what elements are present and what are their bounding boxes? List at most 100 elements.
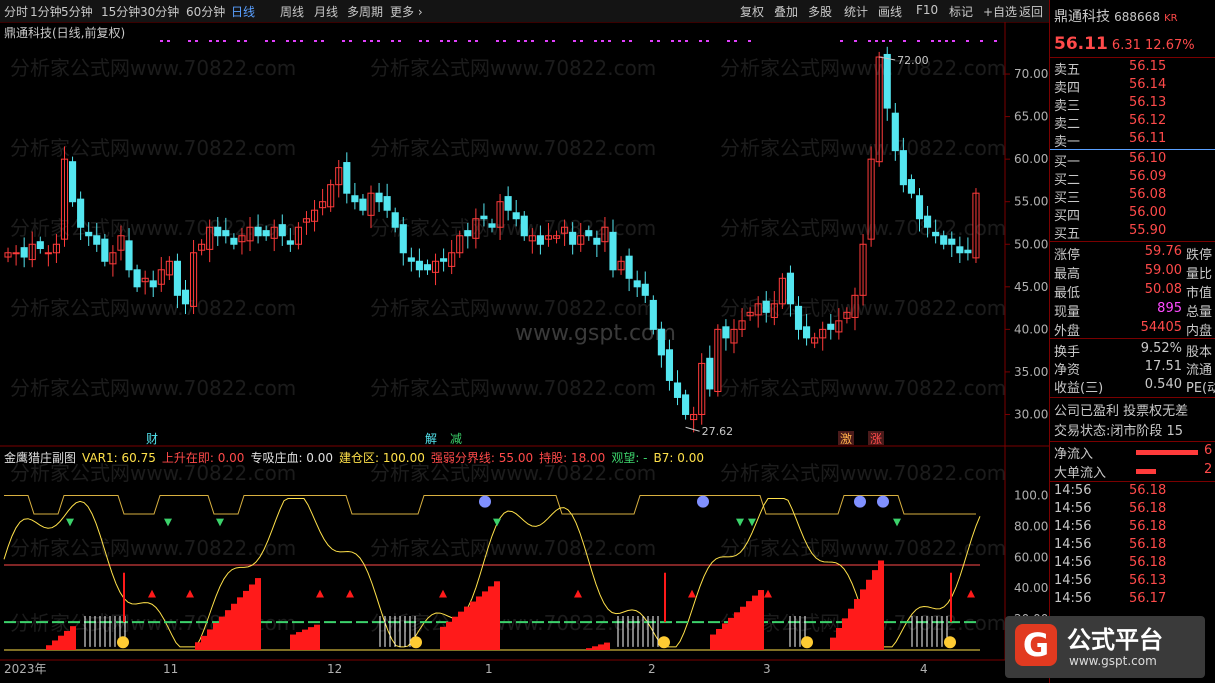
candle-body [964,249,972,254]
hold-block [302,629,308,650]
price-axis-label: 60.00 [1014,152,1048,166]
signal-dot [496,40,499,42]
period-tab-5[interactable]: 60分钟 [186,3,225,20]
logo-url: www.gspt.com [1069,654,1157,668]
hold-block [237,597,243,650]
hold-block [758,590,764,650]
hold-block [872,570,878,650]
stat-row: 外盘 54405 内盘 [1054,320,1212,339]
hold-block [854,599,860,650]
hold-block [219,616,225,650]
candle-body [351,195,359,203]
period-tab-4[interactable]: 30分钟 [140,3,179,20]
watermark-text: 分析家公式网www.70822.com [720,536,1006,560]
candle-body [359,198,367,211]
bid-label: 买一 [1054,155,1081,170]
period-tab-0[interactable]: 分时 [4,3,28,20]
period-tab-2[interactable]: 5分钟 [61,3,93,20]
toolbar-action-2[interactable]: 多股 [808,3,832,20]
price-axis-label: 35.00 [1014,365,1048,379]
candle-body [375,192,383,203]
hold-block [836,627,842,650]
toolbar-action-7[interactable]: +自选 [983,3,1017,20]
hold-block [494,581,500,650]
toolbar-action-0[interactable]: 复权 [740,3,764,20]
toolbar-action-3[interactable]: 统计 [844,3,868,20]
candle-body [173,260,181,296]
signal-dot [903,40,906,42]
hold-block [740,606,746,650]
stat-value: 895 [1157,301,1182,316]
candle-body [504,196,512,211]
period-tab-3[interactable]: 15分钟 [101,3,140,20]
hold-block [201,635,207,650]
candle-body [915,195,924,220]
signal-dot [685,40,688,42]
stat-label: 换手 [1054,345,1081,360]
watermark-text: 分析家公式网www.70822.com [10,136,296,160]
toolbar-action-6[interactable]: 标记 [949,3,973,20]
price-axis-label: 70.00 [1014,67,1048,81]
signal-dot [195,40,198,42]
candle-body [101,238,109,262]
gspt-logo: G 公式平台 www.gspt.com [1005,616,1205,678]
period-tab-7[interactable]: 周线 [280,3,304,20]
watermark-text: 分析家公式网www.70822.com [370,136,656,160]
candle-body [794,305,803,330]
kline-chart[interactable]: 分析家公式网www.70822.com 分析家公式网www.70822.com 分析… [0,22,1049,683]
logo-text: 公式平台 [1067,626,1163,654]
up-triangle-icon [346,589,354,598]
tick-price: 56.13 [1129,573,1167,588]
hold-block [746,601,752,650]
candle-body [803,326,811,339]
indicator-name[interactable]: 金鹰猎庄副图 [4,451,76,465]
up-triangle-icon [688,589,696,598]
candle-body [932,231,940,237]
tick-time: 14:56 [1054,483,1092,498]
signal-dot [531,40,534,42]
candle-body [125,240,133,271]
stat-value: 50.08 [1144,282,1182,297]
up-triangle-icon [439,589,447,598]
signal-dot [447,40,450,42]
period-tab-10[interactable]: 更多 › [390,3,423,20]
period-tab-6[interactable]: 日线 [231,3,255,20]
tick-row: 14:56 56.18 [1054,483,1166,498]
buy-smiley-icon [801,636,813,649]
high-label: 72.00 [897,54,929,67]
watermark-text: 分析家公式网www.70822.com [720,376,1006,400]
hold-block [464,606,470,650]
signal-dot [882,40,885,42]
stat-label: 现量 [1054,305,1081,320]
trade-status: 交易状态:闭市阶段 15 [1054,424,1184,439]
period-tab-9[interactable]: 多周期 [347,3,383,20]
indicator-header: 金鹰猎庄副图 VAR1: 60.75 上升在即: 0.00 专吸庄血: 0.00 建仓区… [4,449,710,466]
toolbar-action-1[interactable]: 叠加 [774,3,798,20]
candle-body [762,300,770,313]
up-triangle-icon [967,589,975,598]
toolbar-action-8[interactable]: 返回 [1019,3,1043,20]
stat-value: 54405 [1140,320,1182,335]
signal-dot [966,40,969,42]
hold-block [722,623,728,650]
toolbar-action-4[interactable]: 画线 [878,3,902,20]
bid-price: 56.10 [1129,151,1167,166]
candle-body [657,328,665,356]
stat-label2: 总量 [1186,305,1213,320]
tick-time: 14:56 [1054,519,1092,534]
divider [1050,338,1215,339]
candle-body [609,231,617,271]
signal-dot [734,40,737,42]
period-tab-1[interactable]: 1分钟 [30,3,62,20]
tick-time: 14:56 [1054,501,1092,516]
candle-body [512,212,520,220]
hold-block [452,616,458,650]
candle-body [286,240,294,245]
candle-body [254,226,262,237]
candle-body [633,280,641,288]
candle-body [907,179,916,194]
period-tab-8[interactable]: 月线 [314,3,338,20]
toolbar-action-5[interactable]: F10 [916,3,938,17]
price-change: 6.31 [1111,38,1141,53]
watermark-text: 分析家公式网www.70822.com [10,56,296,80]
